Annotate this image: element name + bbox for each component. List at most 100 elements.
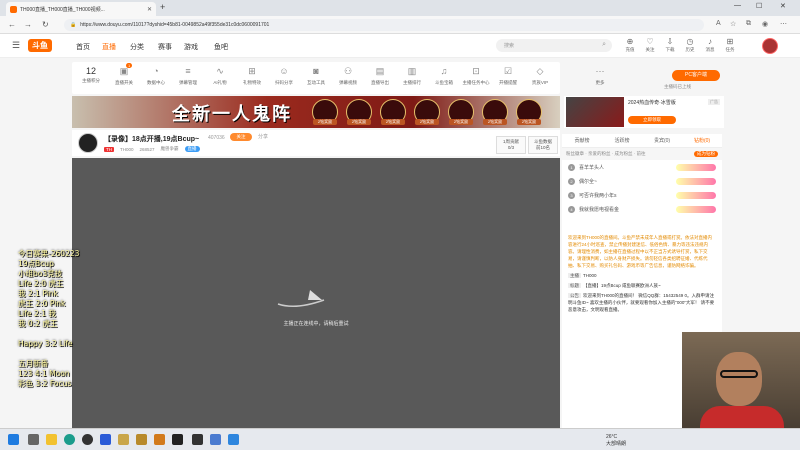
taskview-icon[interactable] (28, 434, 39, 445)
tool-danmu-video[interactable]: ⚇ 弹幕视频 (334, 66, 362, 86)
obs-icon[interactable] (82, 434, 93, 445)
edge-icon[interactable] (64, 434, 75, 445)
tool-gift-effect[interactable]: ⊞ 礼物特效 (238, 66, 266, 86)
anchor-level[interactable]: 12 主播积分 (76, 66, 106, 84)
maximize-icon[interactable]: ☐ (756, 2, 762, 10)
follow-streamer-button[interactable]: 关注 (230, 133, 252, 141)
app-icon[interactable] (210, 434, 221, 445)
app-icon[interactable] (118, 434, 129, 445)
user-avatar[interactable] (762, 38, 778, 54)
app-icon[interactable] (100, 434, 111, 445)
gift-box-icon: ⊞ (248, 66, 256, 76)
minimize-icon[interactable]: — (734, 2, 741, 9)
messages-button[interactable]: ♪ 消息 (700, 37, 720, 53)
ad-claim-button[interactable]: 立即领取 (628, 116, 676, 124)
start-icon[interactable] (8, 434, 19, 445)
camera-icon: ◙ (313, 66, 319, 76)
profile-icon[interactable]: ◉ (762, 20, 768, 28)
banner-title: 全新一人鬼阵 (172, 104, 292, 125)
tool-danmu[interactable]: ≡ 弹幕管理 (174, 66, 202, 86)
streamer-name[interactable]: TH000 (120, 147, 134, 152)
weather-widget[interactable]: 26°C 大部晴朗 (606, 434, 626, 447)
menu-icon[interactable]: ⋯ (780, 20, 787, 28)
app-icon[interactable] (136, 434, 147, 445)
gift-icon: ⊞ (726, 37, 734, 46)
tool-treasure[interactable]: ♫ 斗鱼宝箱 (430, 66, 458, 86)
download-button[interactable]: ⇩ 下载 (660, 37, 680, 53)
forward-icon[interactable]: → (24, 20, 32, 29)
game-ad[interactable]: 2024热血传奇·冰雪版 广告 立即领取 (564, 96, 724, 128)
app-icon[interactable] (154, 434, 165, 445)
room-header: 【录像】18点开播,19点Bcup~ 407036 关注 分享 TH TH000… (72, 130, 560, 156)
weekly-contribution[interactable]: 1周贡献 0/3 (496, 136, 526, 154)
follow-button[interactable]: ♡ 关注 (640, 37, 660, 53)
tool-vip[interactable]: ◇ 贵族VIP (526, 66, 554, 86)
history-button[interactable]: ◷ 历史 (680, 37, 700, 53)
tool-live-switch[interactable]: ▣ 1 直播开关 (110, 63, 138, 86)
tab-title: TH000直播_TH000直播_TH000视频... (20, 6, 105, 13)
font-icon[interactable]: A (716, 20, 721, 27)
clock-icon: ◷ (686, 37, 694, 46)
category-link[interactable]: 魔兽争霸 (161, 146, 179, 152)
explorer-icon[interactable] (46, 434, 57, 445)
douyu-logo[interactable]: 斗鱼 (28, 39, 52, 52)
bell-icon: ♪ (708, 37, 712, 46)
tool-interact[interactable]: ◙ 互动工具 (302, 66, 330, 86)
list-item[interactable]: 4 我就我愿电视看金 (562, 202, 722, 216)
video-player[interactable]: 主播正在连线中，请稍后重试 (72, 158, 560, 428)
room-id: 407036 (208, 135, 225, 141)
hamburger-icon[interactable]: ☰ (12, 40, 20, 51)
reload-icon[interactable]: ↻ (42, 20, 49, 29)
nav-yuba[interactable]: 鱼吧 (214, 42, 228, 52)
chart-icon: ◔ (153, 66, 159, 76)
loading-spinner-icon (277, 290, 325, 307)
tab-vip[interactable]: 贵宾(0) (642, 134, 682, 147)
nav-home[interactable]: 首页 (76, 42, 90, 52)
app-icon[interactable] (228, 434, 239, 445)
close-icon[interactable]: ✕ (147, 6, 152, 13)
app-icon[interactable] (192, 434, 203, 445)
danmu-icon: ≡ (185, 66, 191, 76)
tool-reminder[interactable]: ☑ 开播提醒 (494, 66, 522, 86)
present-icon: ⊡ (472, 66, 480, 76)
share-button[interactable]: 分享 (258, 133, 268, 140)
douyu-data[interactable]: 斗鱼数据 前10名 (528, 136, 558, 154)
tool-ranking[interactable]: ▥ 主播排行 (398, 66, 426, 86)
list-item[interactable]: 3 可否许我两小年s (562, 188, 722, 202)
tool-task-center[interactable]: ⊡ 主播任务中心 (462, 66, 490, 86)
tool-ai-gift[interactable]: ∿ AI礼物 (206, 66, 234, 86)
become-diamond-fan-button[interactable]: 成为钻粉 (694, 151, 718, 157)
tab-active[interactable]: 活跃榜 (602, 134, 642, 147)
tool-export[interactable]: ▤ 直播导出 (366, 66, 394, 86)
ad-icon: ▥ (407, 66, 417, 76)
tab-diamond-fans[interactable]: 钻粉(0) (682, 134, 722, 147)
app-icon[interactable] (172, 434, 183, 445)
new-tab-icon[interactable]: + (160, 2, 165, 12)
tool-data-center[interactable]: ◔ 数据中心 (142, 66, 170, 86)
recharge-button[interactable]: ⊕ 充值 (620, 37, 640, 53)
list-item[interactable]: 2 偶尔全~ (562, 174, 722, 188)
nav-category[interactable]: 分类 (130, 42, 144, 52)
star-icon[interactable]: ☆ (730, 20, 736, 28)
browser-tab[interactable]: TH000直播_TH000直播_TH000视频... ✕ (6, 2, 156, 16)
list-item[interactable]: 1 喜羊羊头人 (562, 160, 722, 174)
back-icon[interactable]: ← (8, 20, 16, 29)
tool-more[interactable]: ⋯ 更多 (586, 66, 614, 86)
nav-games[interactable]: 游戏 (184, 42, 198, 52)
tab-contribution[interactable]: 贡献榜 (562, 134, 602, 147)
tool-share[interactable]: ☺ 扫码分享 (270, 66, 298, 86)
url-field[interactable]: 🔒 https://www.douyu.com/11017?dyshid=45b… (64, 19, 704, 31)
search-input[interactable]: 搜索 ⌕ (496, 39, 612, 52)
collections-icon[interactable]: ⧉ (746, 20, 751, 28)
level-badge (676, 177, 716, 185)
tasks-button[interactable]: ⊞ 任务 (720, 37, 740, 53)
search-icon[interactable]: ⌕ (602, 41, 606, 49)
pc-client-button[interactable]: PC客户端 (672, 70, 720, 81)
level-badge (676, 191, 716, 199)
streamer-avatar[interactable] (78, 133, 98, 153)
nav-live[interactable]: 直播 (102, 42, 116, 52)
promo-banner[interactable]: 全新一人鬼阵 2钻奖励 2钻奖励 2钻奖励 2钻奖励 2钻奖励 2钻奖励 2钻奖… (72, 96, 560, 128)
close-window-icon[interactable]: ✕ (780, 2, 786, 10)
nav-events[interactable]: 赛事 (158, 42, 172, 52)
pc-client-sub: 主播码已上线 (664, 84, 691, 89)
